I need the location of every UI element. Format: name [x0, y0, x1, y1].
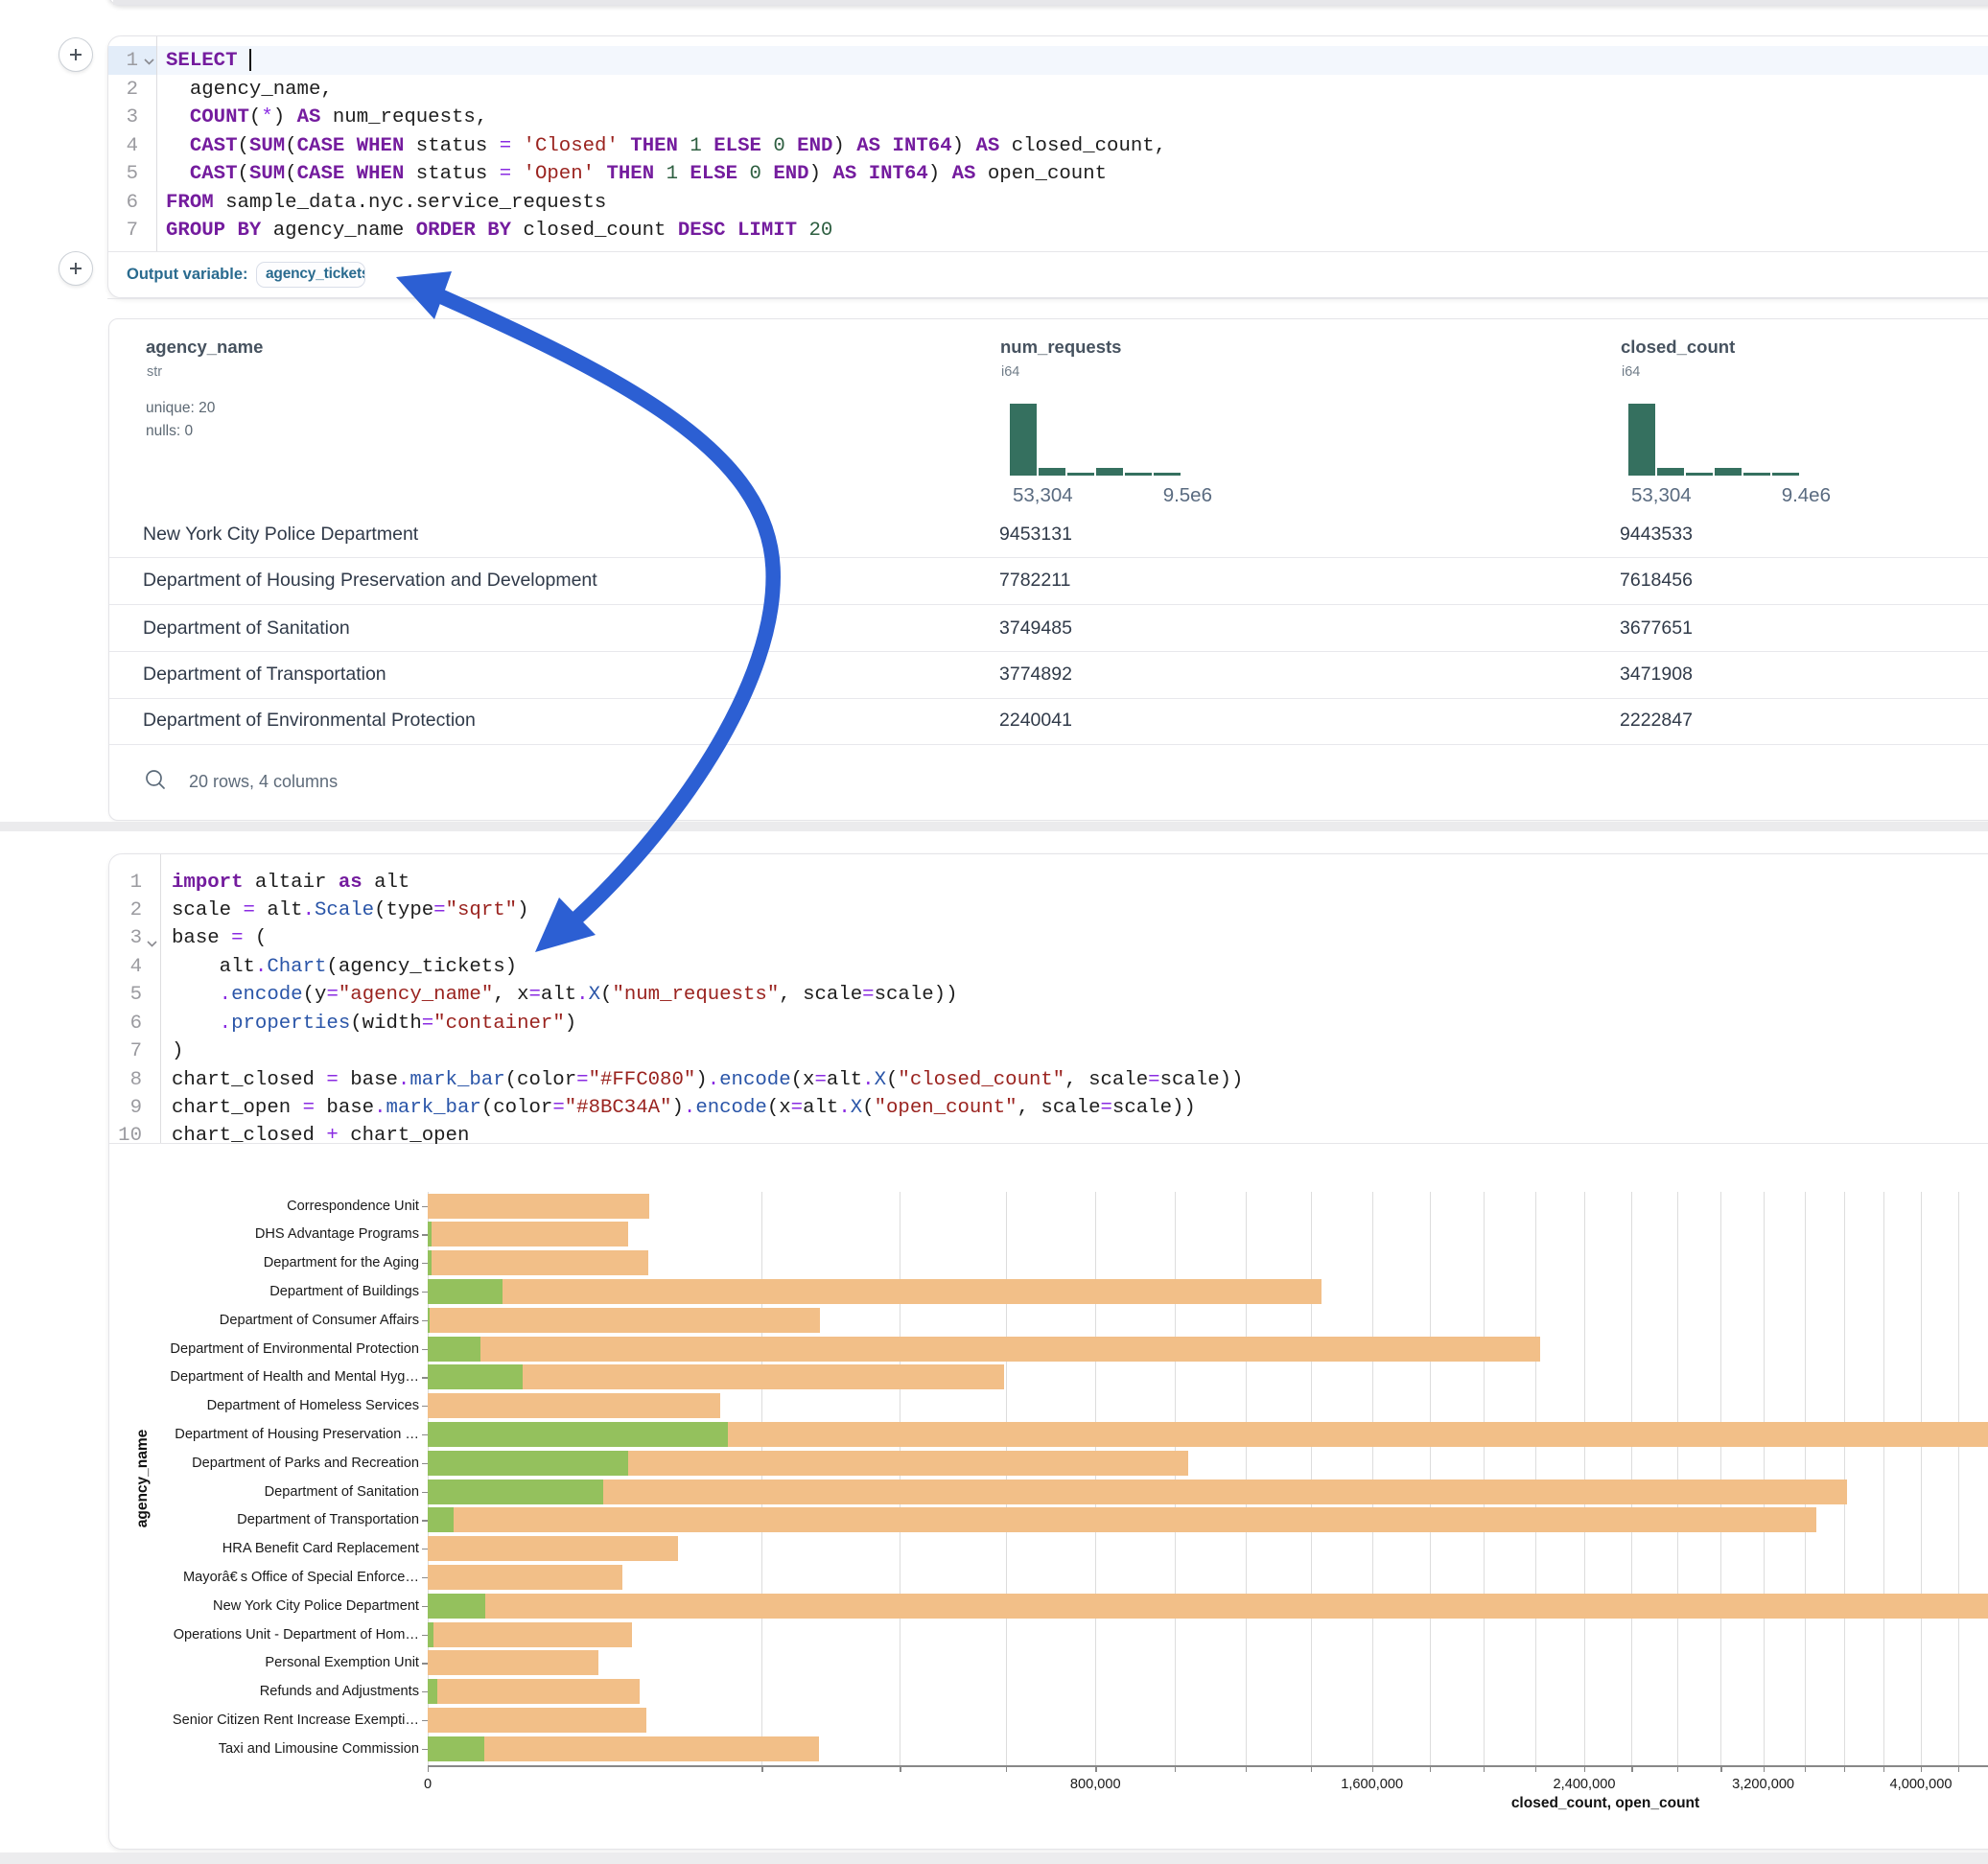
svg-text:agency_name: agency_name [134, 1429, 151, 1527]
